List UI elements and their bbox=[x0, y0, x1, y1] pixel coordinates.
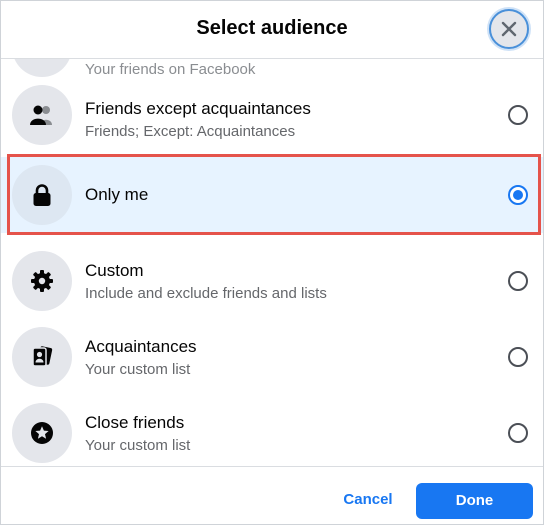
option-description: Your custom list bbox=[85, 361, 191, 378]
option-radio[interactable] bbox=[508, 271, 528, 291]
option-radio-selected[interactable] bbox=[508, 185, 528, 205]
close-x-icon bbox=[501, 21, 517, 37]
option-radio[interactable] bbox=[508, 423, 528, 443]
option-label: Acquaintances bbox=[85, 337, 197, 356]
option-description: Your custom list bbox=[85, 437, 191, 454]
friends-except-icon bbox=[30, 105, 52, 125]
option-description: Friends; Except: Acquaintances bbox=[85, 123, 296, 140]
option-label: Friends except acquaintances bbox=[85, 99, 311, 118]
dialog-header: Select audience bbox=[1, 1, 543, 59]
option-label: Only me bbox=[85, 185, 149, 204]
audience-option-only-me[interactable]: Only me bbox=[1, 157, 543, 233]
option-icon-container bbox=[12, 403, 72, 463]
gear-icon bbox=[31, 270, 53, 292]
audience-option-acquaintances[interactable]: Acquaintances Your custom list bbox=[1, 319, 543, 395]
option-label: Custom bbox=[85, 261, 144, 280]
dialog-footer: Cancel Done bbox=[1, 466, 543, 524]
option-icon-container bbox=[12, 59, 72, 77]
audience-options-list[interactable]: Your friends on Facebook Friends except … bbox=[1, 59, 543, 466]
audience-option-custom[interactable]: Custom Include and exclude friends and l… bbox=[1, 243, 543, 319]
option-description: Your friends on Facebook bbox=[85, 61, 256, 78]
audience-option-friends-except-acquaintances[interactable]: Friends except acquaintances Friends; Ex… bbox=[1, 77, 543, 153]
done-button[interactable]: Done bbox=[416, 483, 533, 519]
option-label: Close friends bbox=[85, 413, 185, 432]
lock-icon bbox=[33, 184, 51, 206]
option-icon-container bbox=[12, 85, 72, 145]
cancel-button[interactable]: Cancel bbox=[331, 485, 405, 515]
select-audience-dialog: Select audience Your friends on Facebook bbox=[0, 0, 544, 525]
option-icon-container bbox=[12, 165, 72, 225]
option-radio[interactable] bbox=[508, 105, 528, 125]
option-icon-container bbox=[12, 327, 72, 387]
audience-option-close-friends[interactable]: Close friends Your custom list bbox=[1, 395, 543, 466]
option-description: Include and exclude friends and lists bbox=[85, 285, 327, 302]
option-radio[interactable] bbox=[508, 347, 528, 367]
dialog-title: Select audience bbox=[196, 17, 348, 39]
close-button[interactable] bbox=[489, 9, 529, 49]
acquaintances-list-icon bbox=[32, 346, 53, 367]
star-icon bbox=[31, 422, 53, 444]
option-icon-container bbox=[12, 251, 72, 311]
